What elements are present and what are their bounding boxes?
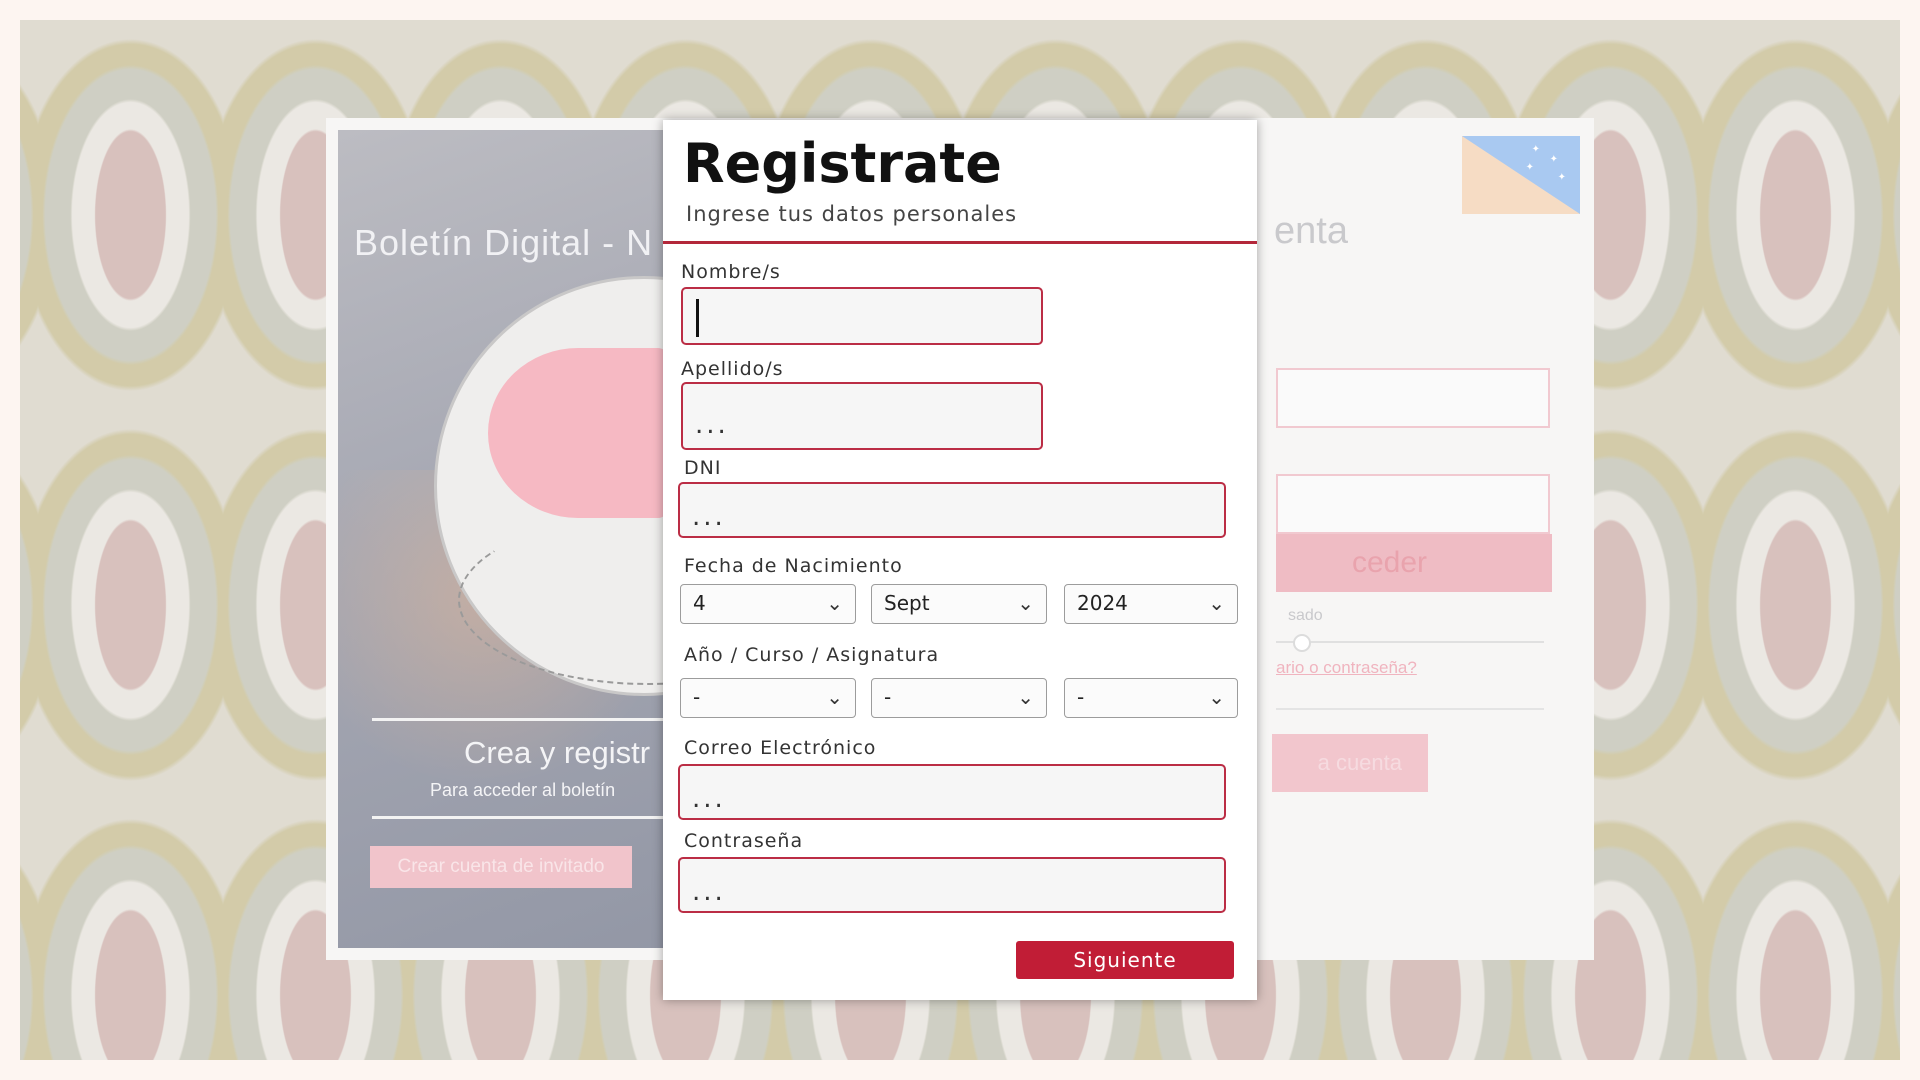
anio-value: -	[693, 685, 701, 709]
correo-input[interactable]: ...	[678, 764, 1226, 820]
curso-value: -	[884, 685, 892, 709]
create-guest-account-button: Crear cuenta de invitado	[370, 846, 632, 888]
chevron-down-icon: ⌄	[1017, 685, 1034, 709]
header-divider	[663, 241, 1257, 244]
correo-label: Correo Electrónico	[684, 737, 877, 759]
apellido-label: Apellido/s	[681, 358, 784, 380]
school-logo-mark	[488, 348, 668, 518]
nombre-label: Nombre/s	[681, 261, 781, 283]
chevron-down-icon: ⌄	[1017, 591, 1034, 615]
chevron-down-icon: ⌄	[826, 685, 843, 709]
login-left-headline: Crea y registr	[464, 735, 651, 770]
curso-select[interactable]: - ⌄	[871, 678, 1047, 718]
fecha-label: Fecha de Nacimiento	[684, 555, 903, 577]
login-password-input	[1276, 474, 1550, 534]
anio-select[interactable]: - ⌄	[680, 678, 856, 718]
login-access-button: ceder	[1276, 534, 1552, 592]
register-modal: Registrate Ingrese tus datos personales …	[663, 120, 1257, 1000]
next-button[interactable]: Siguiente	[1016, 941, 1234, 979]
remember-toggle	[1276, 634, 1544, 652]
chevron-down-icon: ⌄	[1208, 685, 1225, 709]
login-left-subline: Para acceder al boletín	[430, 780, 616, 800]
apellido-input[interactable]: ...	[681, 382, 1043, 450]
flag-icon: ✦ ✦ ✦ ✦	[1462, 136, 1580, 214]
asignatura-value: -	[1077, 685, 1085, 709]
contrasena-input[interactable]: ...	[678, 857, 1226, 913]
day-select[interactable]: 4 ⌄	[680, 584, 856, 624]
modal-title: Registrate	[683, 132, 1002, 195]
curso-label: Año / Curso / Asignatura	[684, 644, 940, 666]
text-cursor	[696, 299, 699, 337]
month-value: Sept	[884, 591, 930, 615]
create-account-button: a cuenta	[1272, 734, 1428, 792]
modal-subtitle: Ingrese tus datos personales	[686, 202, 1018, 226]
forgot-password-link: ario o contraseña?	[1276, 658, 1417, 677]
remember-label: sado	[1288, 607, 1323, 624]
month-select[interactable]: Sept ⌄	[871, 584, 1047, 624]
dni-label: DNI	[684, 457, 722, 479]
year-select[interactable]: 2024 ⌄	[1064, 584, 1238, 624]
divider	[1276, 708, 1544, 710]
login-username-input	[1276, 368, 1550, 428]
chevron-down-icon: ⌄	[826, 591, 843, 615]
dni-input[interactable]: ...	[678, 482, 1226, 538]
year-value: 2024	[1077, 591, 1128, 615]
login-left-title: Boletín Digital - N	[354, 222, 654, 263]
chevron-down-icon: ⌄	[1208, 591, 1225, 615]
login-right-title: enta	[1274, 210, 1348, 252]
day-value: 4	[693, 591, 706, 615]
asignatura-select[interactable]: - ⌄	[1064, 678, 1238, 718]
nombre-input[interactable]	[681, 287, 1043, 345]
contrasena-label: Contraseña	[684, 830, 804, 852]
